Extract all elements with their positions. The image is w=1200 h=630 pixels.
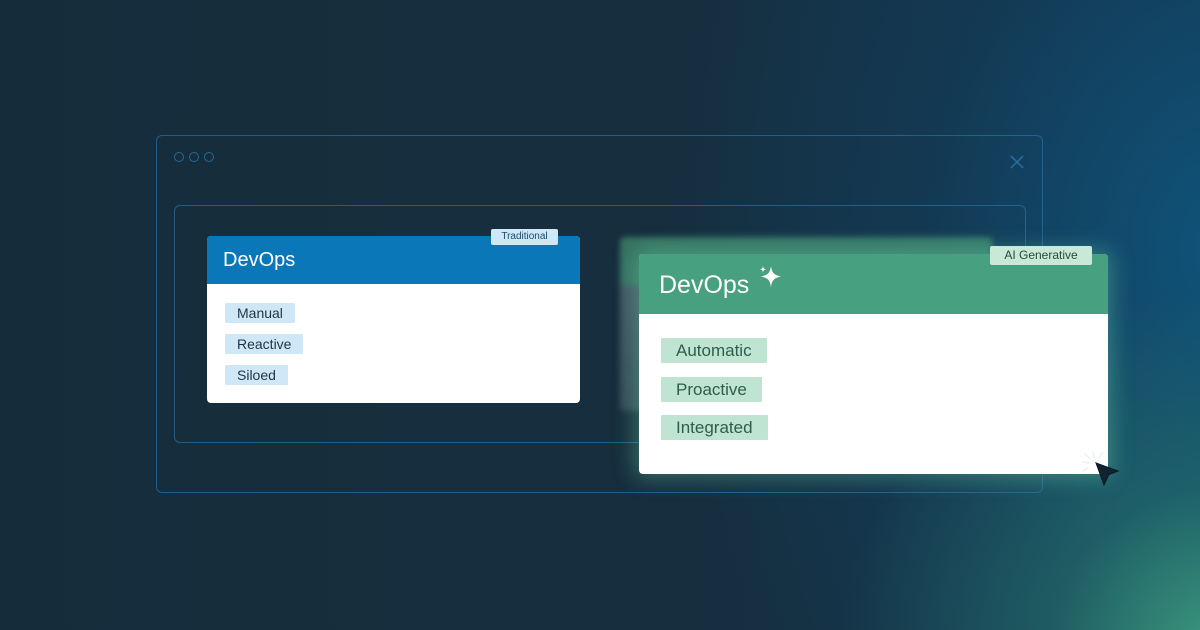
ai-generative-devops-card: DevOps Automatic Proactive Integrated	[639, 254, 1108, 474]
tag-reactive: Reactive	[225, 334, 304, 354]
mouse-pointer-click-icon	[1082, 451, 1120, 487]
tag-manual: Manual	[225, 303, 295, 323]
ai-tag-list: Automatic Proactive Integrated	[661, 338, 768, 454]
window-dot-icon[interactable]	[204, 152, 214, 162]
tag-proactive: Proactive	[661, 376, 762, 402]
tag-automatic: Automatic	[661, 338, 767, 363]
window-controls	[174, 152, 214, 162]
window-dot-icon[interactable]	[189, 152, 199, 162]
traditional-badge: Traditional	[491, 229, 558, 245]
traditional-devops-card: DevOps Manual Reactive Siloed	[207, 236, 580, 403]
sparkle-icon	[759, 266, 781, 287]
ai-card-title: DevOps	[659, 271, 750, 299]
tag-siloed: Siloed	[225, 365, 288, 385]
close-icon[interactable]	[1009, 154, 1025, 170]
ai-generative-badge: AI Generative	[990, 246, 1092, 265]
traditional-card-title: DevOps	[223, 249, 296, 271]
traditional-tag-list: Manual Reactive Siloed	[225, 303, 304, 396]
tag-integrated: Integrated	[661, 415, 768, 440]
window-dot-icon[interactable]	[174, 152, 184, 162]
